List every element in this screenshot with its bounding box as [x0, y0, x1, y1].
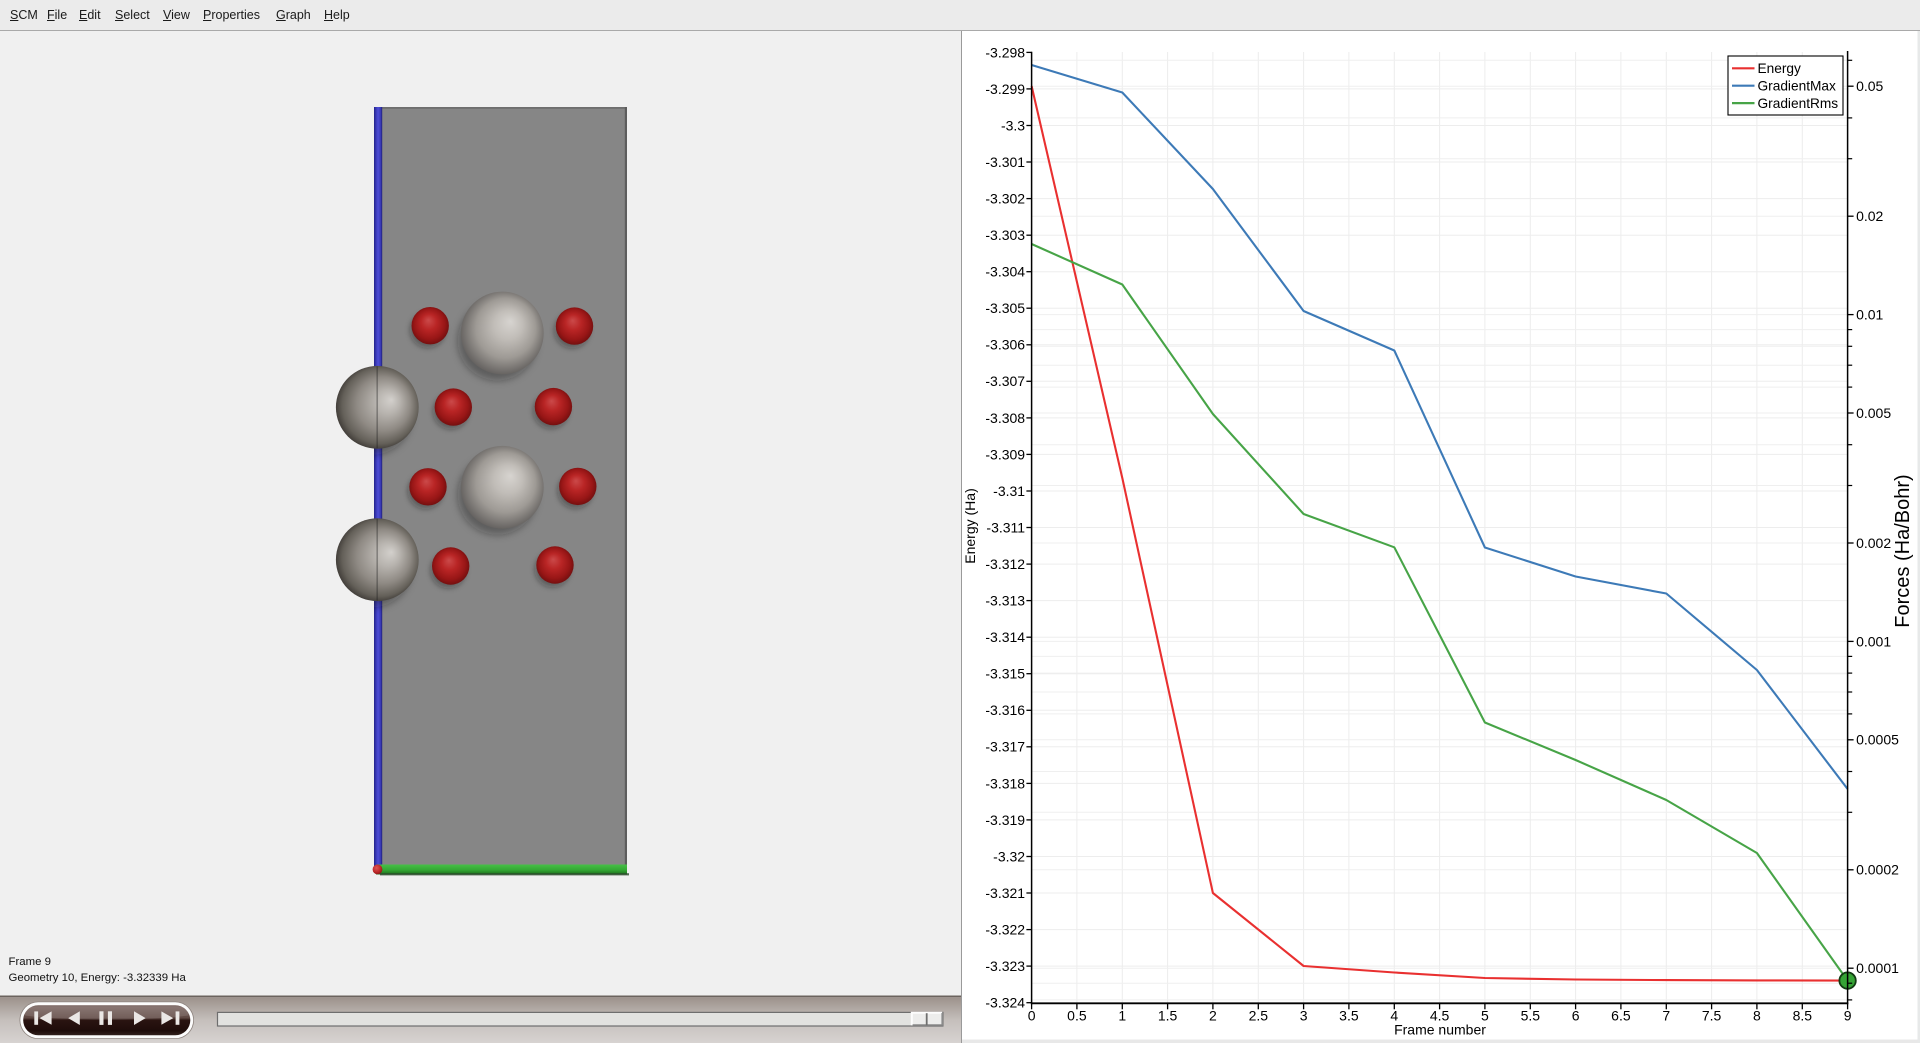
svg-text:0.001: 0.001 [1856, 633, 1891, 649]
svg-text:1.5: 1.5 [1158, 1008, 1178, 1024]
svg-text:3.5: 3.5 [1339, 1008, 1359, 1024]
svg-text:-3.323: -3.323 [985, 958, 1025, 974]
svg-text:0.0005: 0.0005 [1856, 732, 1899, 748]
svg-text:-3.299: -3.299 [985, 81, 1025, 97]
svg-text:-3.301: -3.301 [985, 154, 1025, 170]
svg-text:0.002: 0.002 [1856, 535, 1891, 551]
svg-text:Energy (Ha): Energy (Ha) [962, 488, 978, 563]
svg-text:7: 7 [1662, 1008, 1670, 1024]
svg-text:1: 1 [1118, 1008, 1126, 1024]
svg-text:-3.304: -3.304 [985, 264, 1025, 280]
svg-text:Frame number: Frame number [1394, 1022, 1486, 1038]
svg-text:Energy: Energy [1758, 61, 1802, 76]
svg-text:-3.319: -3.319 [985, 812, 1025, 828]
svg-text:-3.3: -3.3 [1001, 117, 1025, 133]
svg-text:Forces (Ha/Bohr): Forces (Ha/Bohr) [1892, 474, 1914, 627]
svg-text:-3.307: -3.307 [985, 373, 1025, 389]
svg-text:-3.309: -3.309 [985, 446, 1025, 462]
svg-text:0.05: 0.05 [1856, 78, 1883, 94]
svg-text:-3.32: -3.32 [993, 848, 1025, 864]
svg-text:5.5: 5.5 [1521, 1008, 1541, 1024]
svg-text:-3.317: -3.317 [985, 739, 1025, 755]
svg-text:0: 0 [1028, 1008, 1036, 1024]
svg-text:-3.316: -3.316 [985, 702, 1025, 718]
svg-text:-3.306: -3.306 [985, 337, 1025, 353]
svg-text:GradientMax: GradientMax [1758, 79, 1837, 94]
svg-text:-3.308: -3.308 [985, 410, 1025, 426]
svg-text:GradientRms: GradientRms [1758, 96, 1839, 111]
svg-text:-3.305: -3.305 [985, 300, 1025, 316]
svg-text:-3.302: -3.302 [985, 191, 1025, 207]
svg-text:-3.322: -3.322 [985, 922, 1025, 938]
svg-text:-3.314: -3.314 [985, 629, 1025, 645]
svg-text:0.0002: 0.0002 [1856, 862, 1899, 878]
svg-text:8.5: 8.5 [1793, 1008, 1813, 1024]
svg-text:-3.311: -3.311 [986, 519, 1025, 535]
svg-text:-3.303: -3.303 [985, 227, 1025, 243]
svg-text:2.5: 2.5 [1249, 1008, 1269, 1024]
svg-text:6: 6 [1572, 1008, 1580, 1024]
svg-text:-3.313: -3.313 [985, 593, 1025, 609]
svg-text:0.02: 0.02 [1856, 208, 1883, 224]
svg-text:-3.298: -3.298 [985, 44, 1025, 60]
svg-text:0.0001: 0.0001 [1856, 960, 1899, 976]
svg-text:3: 3 [1300, 1008, 1308, 1024]
svg-text:7.5: 7.5 [1702, 1008, 1722, 1024]
svg-text:6.5: 6.5 [1611, 1008, 1631, 1024]
svg-text:-3.324: -3.324 [985, 995, 1025, 1011]
svg-text:-3.321: -3.321 [985, 885, 1025, 901]
svg-text:0.005: 0.005 [1856, 405, 1891, 421]
svg-text:-3.315: -3.315 [985, 666, 1025, 682]
svg-text:0.01: 0.01 [1856, 307, 1883, 323]
svg-text:9: 9 [1844, 1008, 1852, 1024]
svg-text:-3.318: -3.318 [985, 775, 1025, 791]
svg-text:8: 8 [1753, 1008, 1761, 1024]
svg-text:-3.31: -3.31 [993, 483, 1025, 499]
svg-text:-3.312: -3.312 [985, 556, 1025, 572]
svg-text:0.5: 0.5 [1067, 1008, 1087, 1024]
svg-text:2: 2 [1209, 1008, 1217, 1024]
